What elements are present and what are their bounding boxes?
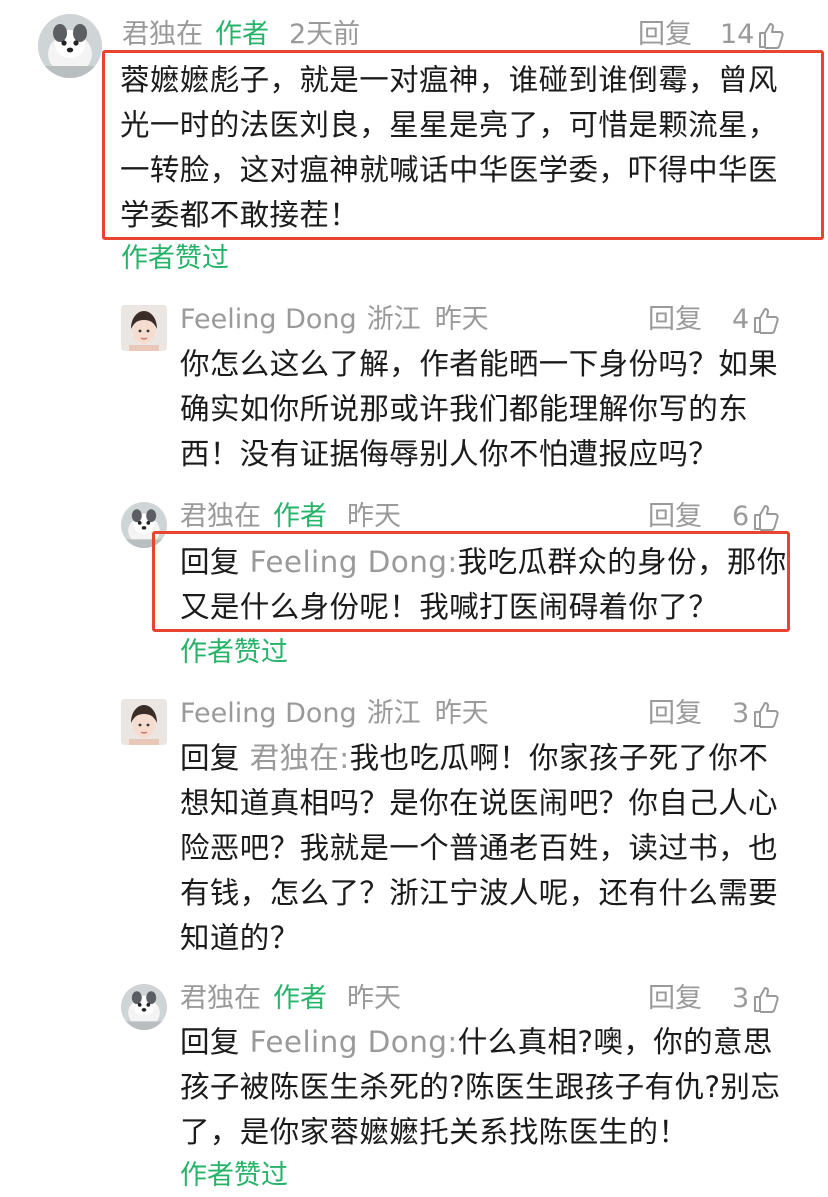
author-liked-label: 作者赞过 xyxy=(180,637,288,668)
username[interactable]: 君独在 xyxy=(180,501,261,532)
thumbs-up-icon xyxy=(753,503,779,531)
comment-meta: 君独在 作者 2天前 xyxy=(122,15,360,55)
woman-avatar[interactable] xyxy=(121,305,167,351)
thumbs-up-icon xyxy=(753,700,779,728)
reply-button[interactable]: 回复 xyxy=(638,15,692,55)
username[interactable]: 君独在 xyxy=(180,983,261,1014)
like-count: 14 xyxy=(720,19,755,50)
thumbs-up-icon xyxy=(753,985,779,1013)
comment-meta: 君独在 作者 昨天 xyxy=(180,979,401,1019)
reply-to-user[interactable]: 君独在: xyxy=(250,741,350,775)
like-button[interactable]: 14 xyxy=(720,15,784,55)
reply-button[interactable]: 回复 xyxy=(648,497,702,537)
timestamp: 昨天 xyxy=(434,698,489,729)
reply-to-user[interactable]: Feeling Dong: xyxy=(250,1025,458,1059)
comment-meta: 君独在 作者 昨天 xyxy=(180,497,401,537)
comment-text: 回复 君独在:我也吃瓜啊！你家孩子死了你不 想知道真相吗？是你在说医闹吧？你自己… xyxy=(180,741,779,955)
location: 浙江 xyxy=(366,304,421,335)
reply-button[interactable]: 回复 xyxy=(648,300,702,340)
username[interactable]: 君独在 xyxy=(122,19,203,50)
reply-prefix: 回复 xyxy=(180,545,240,579)
dog-avatar[interactable] xyxy=(38,14,102,78)
username[interactable]: Feeling Dong xyxy=(180,698,357,729)
timestamp: 昨天 xyxy=(347,501,401,532)
reply-prefix: 回复 xyxy=(180,1025,240,1059)
author-liked-label: 作者赞过 xyxy=(180,1160,288,1191)
username[interactable]: Feeling Dong xyxy=(180,304,357,335)
author-liked-label: 作者赞过 xyxy=(121,243,229,274)
comment-text: 回复 Feeling Dong:什么真相?噢，你的意思 孩子被陈医生杀死的?陈医… xyxy=(180,1025,781,1149)
like-count: 6 xyxy=(732,501,750,532)
like-count: 3 xyxy=(732,983,750,1014)
timestamp: 昨天 xyxy=(347,983,401,1014)
woman-avatar[interactable] xyxy=(121,699,167,745)
timestamp: 昨天 xyxy=(434,304,489,335)
like-button[interactable]: 3 xyxy=(732,694,779,734)
thumbs-up-icon xyxy=(753,306,779,334)
like-button[interactable]: 4 xyxy=(732,300,779,340)
reply-prefix: 回复 xyxy=(180,741,240,775)
comment-meta: Feeling Dong 浙江 昨天 xyxy=(180,300,489,340)
reply-button[interactable]: 回复 xyxy=(648,979,702,1019)
comment-meta: Feeling Dong 浙江 昨天 xyxy=(180,694,489,734)
author-badge: 作者 xyxy=(215,19,269,50)
reply-to-user[interactable]: Feeling Dong: xyxy=(250,545,458,579)
dog-avatar[interactable] xyxy=(121,502,167,548)
comment-text: 蓉嬷嬷彪子，就是一对瘟神，谁碰到谁倒霉，曾风 光一时的法医刘良，星星是亮了，可惜… xyxy=(120,63,778,232)
like-button[interactable]: 3 xyxy=(732,979,779,1019)
dog-avatar[interactable] xyxy=(121,984,167,1030)
like-count: 3 xyxy=(732,698,750,729)
comment-text: 你怎么这么了解，作者能晒一下身份吗？如果 确实如你所说那或许我们都能理解你写的东… xyxy=(180,347,779,471)
reply-button[interactable]: 回复 xyxy=(648,694,702,734)
comment-text: 回复 Feeling Dong:我吃瓜群众的身份，那你 又是什么身份呢！我喊打医… xyxy=(180,545,787,624)
timestamp: 2天前 xyxy=(289,19,361,50)
location: 浙江 xyxy=(366,698,421,729)
like-button[interactable]: 6 xyxy=(732,497,779,537)
thumbs-up-icon xyxy=(758,21,784,49)
author-badge: 作者 xyxy=(273,983,327,1014)
like-count: 4 xyxy=(732,304,750,335)
author-badge: 作者 xyxy=(273,501,327,532)
